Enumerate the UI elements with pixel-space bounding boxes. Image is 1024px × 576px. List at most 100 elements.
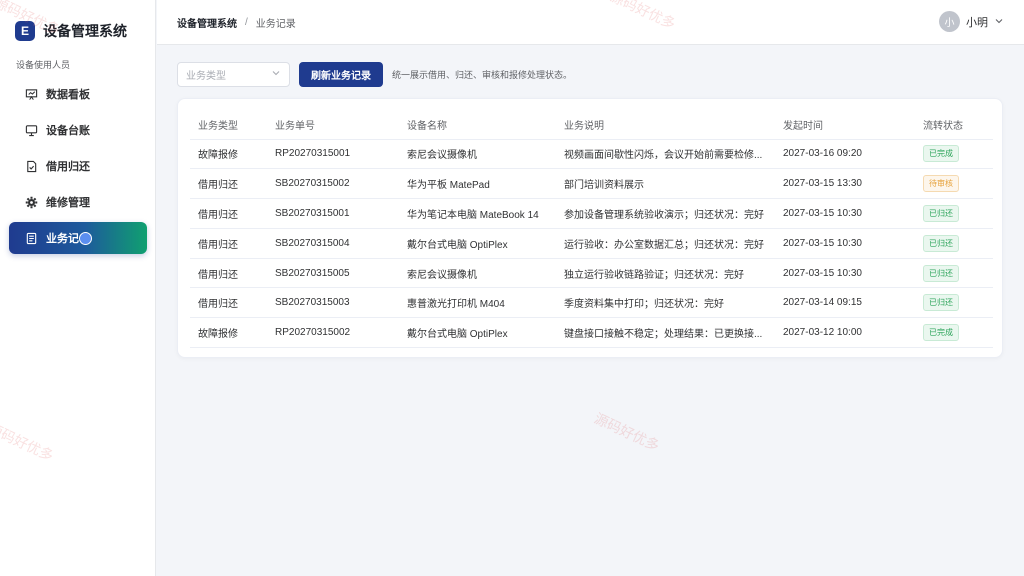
cell-device: 索尼会议摄像机 xyxy=(399,139,556,170)
cell-time: 2027-03-15 10:30 xyxy=(775,198,915,229)
sidebar-item-business-records[interactable]: 业务记 xyxy=(9,222,147,254)
user-menu[interactable]: 小 小明 xyxy=(939,11,1004,32)
cell-time: 2027-03-16 09:20 xyxy=(775,139,915,170)
cell-desc: 键盘接口接触不稳定；处理结果：已更换接... xyxy=(556,317,775,349)
cell-desc: 参加设备管理系统验收演示；归还状况：完好 xyxy=(556,198,775,229)
cell-time: 2027-03-12 10:00 xyxy=(775,317,915,349)
status-badge: 已归还 xyxy=(923,294,959,312)
table-row[interactable]: 故障报修 RP20270315001 索尼会议摄像机 视频画面间歇性闪烁，会议开始前需… xyxy=(190,139,993,170)
cell-id: RP20270315001 xyxy=(267,139,399,170)
toolbar: 业务类型 刷新业务记录 统一展示借用、归还、审核和报修处理状态。 xyxy=(177,62,572,87)
cell-type: 借用归还 xyxy=(190,168,267,200)
cell-desc: 部门培训资料展示 xyxy=(556,168,775,200)
sidebar-item-borrow-return[interactable]: 借用归还 xyxy=(9,150,147,182)
records-card: 业务类型 业务单号 设备名称 业务说明 发起时间 流转状态 故障报修 RP2027… xyxy=(177,98,1003,358)
breadcrumb-separator: / xyxy=(245,16,248,28)
cell-id: SB20270315004 xyxy=(267,228,399,259)
cell-status: 待审核 xyxy=(915,168,993,200)
business-type-select[interactable]: 业务类型 xyxy=(177,62,290,87)
chevron-down-icon xyxy=(994,15,1004,29)
cell-desc: 视频画面间歇性闪烁，会议开始前需要检修... xyxy=(556,139,775,170)
table-header-row: 业务类型 业务单号 设备名称 业务说明 发起时间 流转状态 xyxy=(190,110,993,140)
avatar: 小 xyxy=(939,11,960,32)
table-row[interactable]: 故障报修 RP20270315002 戴尔台式电脑 OptiPlex 键盘接口接触不稳… xyxy=(190,317,993,349)
column-header: 业务说明 xyxy=(556,110,775,140)
dashboard-icon xyxy=(24,87,38,101)
table-row[interactable]: 借用归还 SB20270315003 惠普激光打印机 M404 季度资料集中打印；归还… xyxy=(190,287,993,319)
cell-status: 已归还 xyxy=(915,258,993,289)
cell-time: 2027-03-15 10:30 xyxy=(775,258,915,289)
cell-type: 故障报修 xyxy=(190,139,267,170)
sidebar: E 设备管理系统 设备使用人员 数据看板 设备台账 借用归还 维修管理 业务记 xyxy=(0,0,156,576)
cell-id: SB20270315002 xyxy=(267,168,399,200)
refresh-records-button[interactable]: 刷新业务记录 xyxy=(299,62,383,87)
status-badge: 已归还 xyxy=(923,204,959,222)
cell-device: 华为笔记本电脑 MateBook 14 xyxy=(399,198,556,229)
column-header: 流转状态 xyxy=(915,110,993,140)
status-badge: 已完成 xyxy=(923,324,959,342)
toolbar-hint: 统一展示借用、归还、审核和报修处理状态。 xyxy=(392,70,573,80)
cell-type: 借用归还 xyxy=(190,198,267,229)
cell-device: 惠普激光打印机 M404 xyxy=(399,287,556,319)
sidebar-item-maintenance[interactable]: 维修管理 xyxy=(9,186,147,218)
user-name: 小明 xyxy=(966,16,988,29)
records-table: 业务类型 业务单号 设备名称 业务说明 发起时间 流转状态 故障报修 RP2027… xyxy=(190,110,993,349)
status-badge: 已归还 xyxy=(923,234,959,252)
cell-time: 2027-03-15 10:30 xyxy=(775,228,915,259)
brand-title: 设备管理系统 xyxy=(43,23,127,39)
top-header: 设备管理系统 / 业务记录 小 小明 xyxy=(157,0,1024,45)
sidebar-item-dashboard[interactable]: 数据看板 xyxy=(9,78,147,110)
cell-device: 索尼会议摄像机 xyxy=(399,258,556,289)
document-check-icon xyxy=(24,159,38,173)
table-row[interactable]: 借用归还 SB20270315004 戴尔台式电脑 OptiPlex 运行验收：办公室… xyxy=(190,228,993,259)
cell-id: SB20270315001 xyxy=(267,198,399,229)
column-header: 业务单号 xyxy=(267,110,399,140)
cell-status: 已归还 xyxy=(915,287,993,319)
monitor-icon xyxy=(24,123,38,137)
cell-type: 借用归还 xyxy=(190,287,267,319)
chevron-down-icon xyxy=(271,68,281,81)
sidebar-item-label: 数据看板 xyxy=(46,89,90,101)
table-row[interactable]: 借用归还 SB20270315005 索尼会议摄像机 独立运行验收链路验证；归还状况：… xyxy=(190,258,993,289)
status-badge: 已归还 xyxy=(923,264,959,282)
column-header: 发起时间 xyxy=(775,110,915,140)
table-row[interactable]: 借用归还 SB20270315002 华为平板 MatePad 部门培训资料展示 202… xyxy=(190,168,993,200)
cell-status: 已归还 xyxy=(915,198,993,229)
cell-status: 已完成 xyxy=(915,317,993,349)
brand-logo: E xyxy=(15,21,35,41)
cell-desc: 运行验收：办公室数据汇总；归还状况：完好 xyxy=(556,228,775,259)
cell-status: 已归还 xyxy=(915,228,993,259)
cell-desc: 季度资料集中打印；归还状况：完好 xyxy=(556,287,775,319)
cell-time: 2027-03-15 13:30 xyxy=(775,168,915,200)
sidebar-item-ledger[interactable]: 设备台账 xyxy=(9,114,147,146)
select-placeholder: 业务类型 xyxy=(186,71,226,82)
cell-id: SB20270315003 xyxy=(267,287,399,319)
gear-icon xyxy=(24,195,38,209)
status-badge: 已完成 xyxy=(923,145,959,163)
cell-device: 华为平板 MatePad xyxy=(399,168,556,200)
sidebar-item-label: 维修管理 xyxy=(46,197,90,209)
sidebar-item-label: 业务记 xyxy=(46,233,79,245)
status-badge: 待审核 xyxy=(923,175,959,193)
table-row[interactable]: 借用归还 SB20270315001 华为笔记本电脑 MateBook 14 参加设备… xyxy=(190,198,993,229)
column-header: 业务类型 xyxy=(190,110,267,140)
document-list-icon xyxy=(24,231,38,245)
cell-type: 借用归还 xyxy=(190,228,267,259)
table-body: 故障报修 RP20270315001 索尼会议摄像机 视频画面间歇性闪烁，会议开始前需… xyxy=(190,139,993,349)
sidebar-nav: 数据看板 设备台账 借用归还 维修管理 业务记 xyxy=(9,78,147,258)
breadcrumb-current: 业务记录 xyxy=(255,18,296,30)
column-header: 设备名称 xyxy=(399,110,556,140)
breadcrumb-root[interactable]: 设备管理系统 xyxy=(177,15,237,30)
cell-device: 戴尔台式电脑 OptiPlex xyxy=(399,228,556,259)
sidebar-item-label: 借用归还 xyxy=(46,161,90,173)
cell-desc: 独立运行验收链路验证；归还状况：完好 xyxy=(556,258,775,289)
cell-time: 2027-03-14 09:15 xyxy=(775,287,915,319)
cell-id: RP20270315002 xyxy=(267,317,399,349)
cell-status: 已完成 xyxy=(915,139,993,170)
cell-type: 故障报修 xyxy=(190,317,267,349)
click-ripple xyxy=(79,231,92,245)
brand[interactable]: E 设备管理系统 xyxy=(15,20,127,42)
cell-device: 戴尔台式电脑 OptiPlex xyxy=(399,317,556,349)
sidebar-item-label: 设备台账 xyxy=(46,125,90,137)
cell-type: 借用归还 xyxy=(190,258,267,289)
